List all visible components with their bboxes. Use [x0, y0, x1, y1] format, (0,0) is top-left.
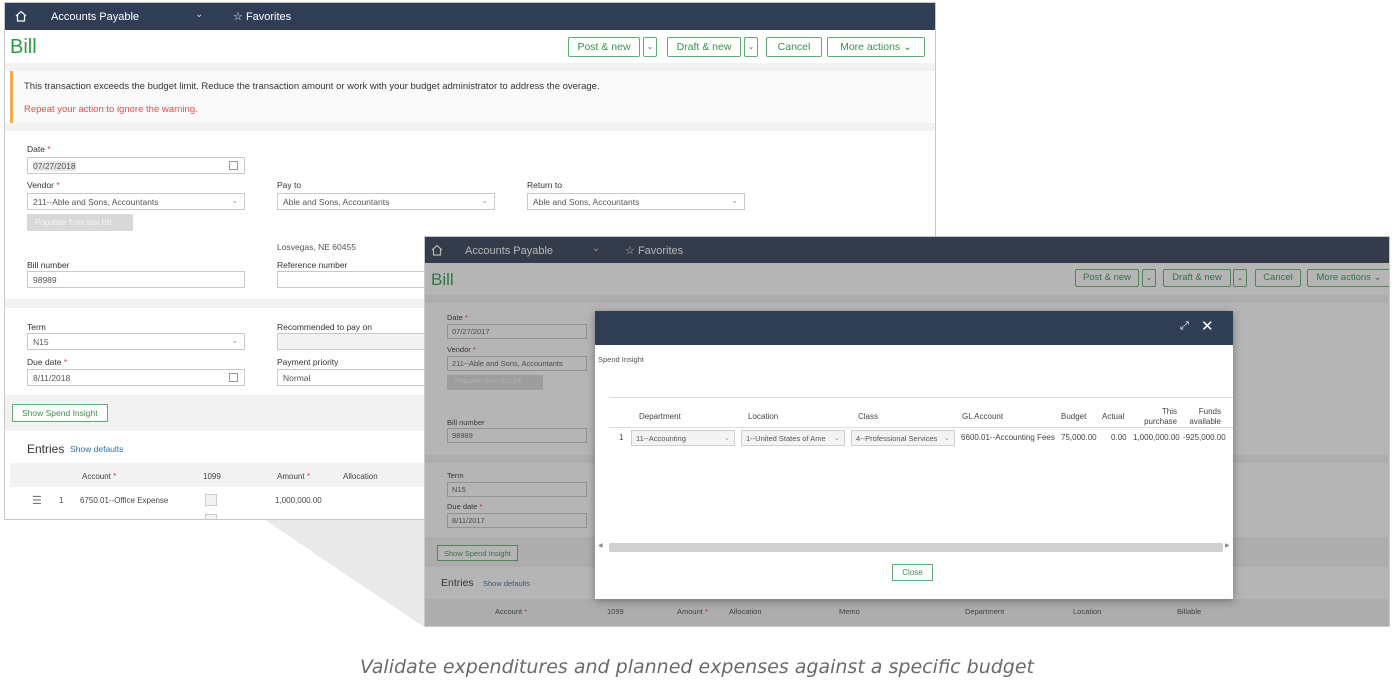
modal-title: Spend Insight [598, 355, 644, 364]
recommended-pay-field[interactable] [277, 333, 437, 350]
col-account: Account * [82, 472, 117, 481]
reference-number-field[interactable] [277, 271, 437, 288]
chevron-down-icon: ⌄ [731, 196, 738, 205]
post-new-button[interactable]: Post & new [568, 37, 640, 57]
department-select[interactable]: 11--Accounting ⌄ [631, 430, 735, 446]
col-actual: Actual [1102, 412, 1125, 421]
this-purchase-value: 1,000,000.00 [1133, 433, 1180, 442]
draft-new-dropdown-button[interactable]: ⌄ [744, 37, 758, 57]
bill-screenshot-front: Accounts Payable ⌄ ☆ Favorites Bill Post… [424, 236, 1390, 627]
col-department: Department [639, 412, 681, 421]
payment-priority-label: Payment priority [277, 357, 339, 367]
calendar-icon[interactable] [229, 373, 238, 382]
home-icon[interactable] [15, 10, 27, 22]
row-number: 1 [619, 433, 624, 442]
row-number: 1 [59, 496, 64, 505]
horizontal-scrollbar[interactable] [609, 543, 1223, 552]
date-field[interactable]: 07/27/2018 [27, 157, 245, 174]
show-spend-insight-button[interactable]: Show Spend Insight [12, 404, 108, 422]
favorites-menu[interactable]: ☆ Favorites [233, 10, 291, 23]
draft-new-button[interactable]: Draft & new [667, 37, 741, 57]
app-switcher[interactable]: Accounts Payable [51, 11, 139, 23]
bill-number-field[interactable]: 98989 [27, 271, 245, 288]
show-defaults-link[interactable]: Show defaults [70, 444, 123, 454]
chevron-down-icon: ⌄ [481, 196, 488, 205]
vendor-select[interactable]: 211--Able and Sons, Accountants ⌄ [27, 193, 245, 210]
modal-header: ⤢ ✕ [595, 311, 1233, 345]
top-nav: Accounts Payable ⌄ ☆ Favorites [5, 3, 935, 30]
spend-insight-modal: ⤢ ✕ Spend Insight Department Location Cl… [595, 311, 1233, 599]
scroll-left-icon[interactable]: ◀ [598, 542, 603, 549]
reference-number-label: Reference number [277, 260, 348, 270]
term-label: Term [27, 322, 46, 332]
row-account[interactable]: 6750.01--Office Expense [80, 496, 168, 505]
col-budget: Budget [1061, 412, 1087, 421]
due-date-label: Due date * [27, 357, 68, 367]
class-select[interactable]: 4--Professional Services ⌄ [851, 430, 955, 446]
budget-value[interactable]: 75,000.00 [1061, 433, 1097, 442]
page-title: Bill [10, 36, 37, 58]
col-location: Location [748, 412, 779, 421]
due-date-field[interactable]: 8/11/2018 [27, 369, 245, 386]
return-to-select[interactable]: Able and Sons, Accountants ⌄ [527, 193, 745, 210]
funds-available-value: -925,000.00 [1183, 433, 1226, 442]
more-actions-button[interactable]: More actions ⌄ [827, 37, 925, 57]
actual-value[interactable]: 0.00 [1111, 433, 1127, 442]
col-class: Class [858, 412, 879, 421]
term-select[interactable]: N15 ⌄ [27, 333, 245, 350]
col-1099: 1099 [203, 472, 221, 481]
row-amount[interactable]: 1,000,000.00 [275, 496, 322, 505]
vendor-label: Vendor * [27, 180, 60, 190]
col-amount: Amount * [277, 472, 310, 481]
col-allocation: Allocation [343, 472, 378, 481]
populate-from-last-bill-button[interactable]: Populate from last bill [27, 214, 133, 231]
1099-checkbox[interactable] [205, 494, 217, 506]
col-this-purchase: This purchase [1144, 407, 1177, 426]
close-icon[interactable]: ✕ [1201, 317, 1214, 335]
caption: Validate expenditures and planned expens… [360, 656, 1034, 678]
scroll-right-icon[interactable]: ▶ [1225, 542, 1230, 549]
cancel-button[interactable]: Cancel [766, 37, 822, 57]
col-funds-available: Funds available [1189, 407, 1221, 426]
pay-to-select[interactable]: Able and Sons, Accountants ⌄ [277, 193, 495, 210]
chevron-down-icon: ⌄ [231, 196, 238, 205]
pay-to-label: Pay to [277, 180, 302, 190]
payment-priority-select[interactable]: Normal [277, 369, 437, 386]
warning-repeat: Repeat your action to ignore the warning… [24, 104, 198, 115]
gl-account-value: 6600.01--Accounting Fees [961, 433, 1055, 442]
budget-warning: This transaction exceeds the budget limi… [10, 71, 932, 123]
1099-checkbox[interactable] [205, 514, 217, 519]
warning-message: This transaction exceeds the budget limi… [24, 81, 600, 92]
location-select[interactable]: 1--United States of Ame ⌄ [741, 430, 845, 446]
post-new-dropdown-button[interactable]: ⌄ [643, 37, 657, 57]
chevron-down-icon: ⌄ [231, 336, 238, 345]
calendar-icon[interactable] [229, 161, 238, 170]
close-button[interactable]: Close [892, 564, 933, 581]
entries-title: Entries [27, 442, 65, 456]
bill-number-label: Bill number [27, 260, 70, 270]
recommended-pay-label: Recommended to pay on [277, 322, 372, 332]
star-icon: ☆ [233, 11, 243, 23]
row-drag-handle-icon[interactable]: ☰ [32, 494, 42, 507]
date-label: Date * [27, 144, 51, 154]
chevron-down-icon[interactable]: ⌄ [195, 9, 203, 20]
pay-to-address: Losvegas, NE 60455 [277, 242, 356, 252]
return-to-label: Return to [527, 180, 562, 190]
expand-icon[interactable]: ⤢ [1180, 320, 1189, 333]
col-gl-account: GL Account [962, 412, 1004, 421]
